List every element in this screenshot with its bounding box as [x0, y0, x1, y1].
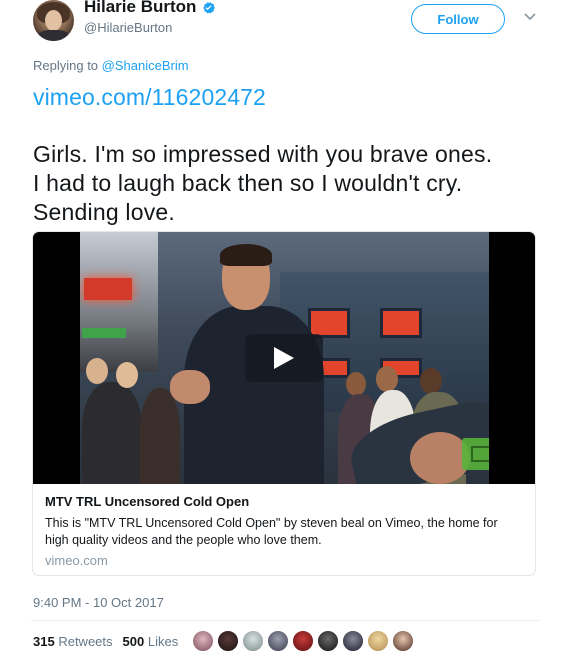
tweet-text-line: Sending love.: [33, 199, 175, 225]
author-handle[interactable]: @HilarieBurton: [84, 20, 172, 35]
card-description-line: high quality videos and the people who l…: [45, 533, 322, 547]
liker-avatar[interactable]: [242, 630, 264, 652]
tweet-text-line: I had to laugh back then so I wouldn't c…: [33, 170, 463, 196]
retweets-stat[interactable]: 315 Retweets: [33, 634, 113, 649]
liker-avatar[interactable]: [317, 630, 339, 652]
verified-badge-icon: [203, 1, 216, 13]
card-body: MTV TRL Uncensored Cold Open This is "MT…: [45, 494, 525, 568]
likes-count: 500: [122, 634, 145, 649]
replying-to-label: Replying to: [33, 58, 99, 73]
link-preview-card[interactable]: MTV TRL Uncensored Cold Open This is "MT…: [32, 231, 536, 576]
replying-to: Replying to @ShaniceBrim: [33, 58, 189, 73]
engagement-stats: 315 Retweets 500 Likes: [33, 634, 178, 649]
retweets-count: 315: [33, 634, 55, 649]
liker-avatar[interactable]: [267, 630, 289, 652]
card-description-line: This is "MTV TRL Uncensored Cold Open" b…: [45, 516, 498, 530]
retweets-label: Retweets: [58, 634, 113, 649]
author-name[interactable]: Hilarie Burton: [84, 0, 196, 17]
chevron-down-icon[interactable]: [523, 12, 537, 22]
liker-avatars: [192, 630, 414, 652]
tweet-text: Girls. I'm so impressed with you brave o…: [33, 140, 553, 227]
liker-avatar[interactable]: [392, 630, 414, 652]
liker-avatar[interactable]: [367, 630, 389, 652]
author-avatar[interactable]: [33, 0, 74, 41]
liker-avatar[interactable]: [192, 630, 214, 652]
tweet-url-link[interactable]: vimeo.com/116202472: [33, 84, 266, 111]
divider: [31, 620, 539, 621]
mtv-logo: [462, 438, 489, 470]
card-domain: vimeo.com: [45, 553, 108, 568]
tweet-text-line: Girls. I'm so impressed with you brave o…: [33, 141, 493, 167]
liker-avatar[interactable]: [292, 630, 314, 652]
reply-mention-link[interactable]: @ShaniceBrim: [102, 58, 189, 73]
play-button[interactable]: [245, 334, 323, 382]
tweet-header: Hilarie Burton @HilarieBurton Follow: [31, 0, 541, 42]
liker-avatar[interactable]: [342, 630, 364, 652]
liker-avatar[interactable]: [217, 630, 239, 652]
author-name-row[interactable]: Hilarie Burton: [84, 0, 216, 17]
likes-label: Likes: [147, 634, 179, 649]
play-icon: [274, 347, 294, 369]
card-description: This is "MTV TRL Uncensored Cold Open" b…: [45, 515, 525, 549]
video-player[interactable]: [33, 232, 535, 484]
tweet-timestamp[interactable]: 9:40 PM - 10 Oct 2017: [33, 595, 164, 610]
follow-button[interactable]: Follow: [411, 4, 505, 34]
card-title: MTV TRL Uncensored Cold Open: [45, 494, 250, 509]
likes-stat[interactable]: 500 Likes: [123, 634, 179, 649]
